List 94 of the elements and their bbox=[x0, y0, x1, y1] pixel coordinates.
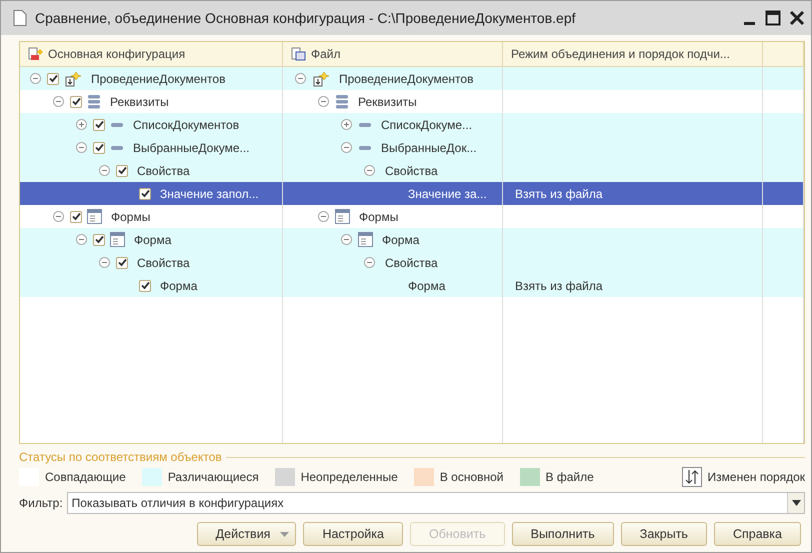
legend-label: Изменен порядок bbox=[708, 470, 805, 484]
tree-item-label: Свойства bbox=[384, 256, 438, 270]
form-icon bbox=[110, 232, 125, 247]
tree-row[interactable]: СписокДокументов СписокДокуме... bbox=[20, 113, 804, 136]
collapse-icon[interactable] bbox=[53, 96, 64, 107]
window-title: Сравнение, объединение Основная конфигурация - C:\ПроведениеДокументов.epf bbox=[35, 10, 576, 26]
checkbox[interactable] bbox=[93, 234, 105, 246]
tree-item-label: Значение запол... bbox=[159, 186, 259, 200]
legend-label: Различающиеся bbox=[168, 470, 259, 484]
tree-item-label: Значение за... bbox=[407, 186, 487, 200]
collapse-icon[interactable] bbox=[76, 142, 87, 153]
legend-label: Неопределенные bbox=[300, 470, 398, 484]
checkbox[interactable] bbox=[70, 210, 82, 222]
expand-icon[interactable] bbox=[341, 119, 352, 130]
form-icon bbox=[358, 232, 373, 247]
tree-item-label: СписокДокуме... bbox=[380, 118, 472, 132]
tree-item-label: СписокДокументов bbox=[132, 118, 240, 132]
tree-row[interactable]: Свойства Свойства bbox=[20, 251, 804, 274]
collapse-icon[interactable] bbox=[76, 234, 87, 245]
collapse-icon[interactable] bbox=[341, 234, 352, 245]
tree-item-label: ВыбранныеДокуме... bbox=[132, 140, 250, 154]
legend-label: В файле bbox=[546, 470, 594, 484]
checkbox[interactable] bbox=[139, 188, 151, 200]
stack-icon bbox=[87, 94, 101, 110]
tree-item-label: ВыбранныеДок... bbox=[380, 140, 477, 154]
legend-title: Статусы по соответствиям объектов bbox=[19, 450, 222, 464]
tree-row[interactable]: Свойства Свойства bbox=[20, 159, 804, 182]
dialog-button[interactable]: Действия bbox=[196, 522, 296, 546]
filter-dropdown[interactable]: Показывать отличия в конфигурациях bbox=[66, 492, 805, 514]
tree-item-label: Формы bbox=[110, 210, 150, 224]
tree-row[interactable]: ПроведениеДокументов ПроведениеДокументов bbox=[20, 67, 804, 90]
dialog-button[interactable]: Выполнить bbox=[512, 522, 614, 546]
tree-item-label: Свойства bbox=[136, 256, 190, 270]
dash-icon bbox=[358, 122, 372, 128]
collapse-icon[interactable] bbox=[341, 142, 352, 153]
collapse-icon[interactable] bbox=[53, 211, 64, 222]
collapse-icon[interactable] bbox=[318, 96, 329, 107]
legend-label: Совпадающие bbox=[45, 470, 126, 484]
stack-icon bbox=[335, 94, 349, 110]
tree-item-label: Реквизиты bbox=[357, 94, 417, 108]
checkbox[interactable] bbox=[139, 280, 151, 292]
form-icon bbox=[87, 209, 102, 224]
file-icon bbox=[291, 47, 307, 61]
collapse-icon[interactable] bbox=[99, 257, 110, 268]
tree-row[interactable]: Форма Форма bbox=[20, 228, 804, 251]
dash-icon bbox=[110, 144, 124, 150]
filter-label: Фильтр: bbox=[19, 496, 63, 510]
expand-icon[interactable] bbox=[76, 119, 87, 130]
configuration-icon bbox=[64, 70, 82, 86]
close-icon[interactable] bbox=[789, 10, 805, 26]
checkbox[interactable] bbox=[116, 256, 128, 268]
legend-label: В основной bbox=[440, 470, 504, 484]
tree-item-label: Реквизиты bbox=[109, 94, 169, 108]
dash-icon bbox=[110, 122, 124, 128]
collapse-icon[interactable] bbox=[318, 211, 329, 222]
tree-item-label: Форма bbox=[381, 232, 420, 246]
dialog-button[interactable]: Закрыть bbox=[620, 522, 707, 546]
tree-item-label: Форма bbox=[133, 232, 172, 246]
collapse-icon[interactable] bbox=[30, 73, 41, 84]
dash-icon bbox=[358, 144, 372, 150]
tree-item-label: ПроведениеДокументов bbox=[338, 72, 474, 86]
sort-order-icon bbox=[682, 467, 702, 487]
caret-icon bbox=[280, 532, 290, 536]
tree-item-label: Свойства bbox=[136, 164, 190, 178]
collapse-icon[interactable] bbox=[364, 165, 375, 176]
tree-item-label: Форма bbox=[159, 278, 198, 292]
checkbox[interactable] bbox=[93, 142, 105, 154]
dialog-button[interactable]: Настройка bbox=[303, 522, 403, 546]
checkbox[interactable] bbox=[70, 96, 82, 108]
tree-item-label: ПроведениеДокументов bbox=[90, 72, 226, 86]
checkbox[interactable] bbox=[47, 72, 59, 84]
column-header[interactable]: Основная конфигурация bbox=[20, 42, 283, 66]
collapse-icon[interactable] bbox=[295, 73, 306, 84]
checkbox[interactable] bbox=[116, 164, 128, 176]
maximize-icon[interactable] bbox=[765, 10, 781, 26]
tree-item-label: Форма bbox=[407, 278, 446, 292]
document-icon bbox=[13, 10, 27, 26]
tree-row[interactable]: Форма Форма Взять из файла bbox=[20, 274, 804, 297]
configuration-icon bbox=[312, 70, 330, 86]
merge-mode-text: Взять из файла bbox=[514, 186, 603, 200]
tree-row[interactable]: Значение запол... Значение за... Взять из файла bbox=[20, 182, 804, 205]
collapse-icon[interactable] bbox=[99, 165, 110, 176]
checkbox[interactable] bbox=[93, 118, 105, 130]
column-header[interactable]: Режим объединения и порядок подчи... bbox=[503, 42, 763, 66]
configuration-icon bbox=[28, 47, 44, 61]
column-header[interactable]: Файл bbox=[283, 42, 503, 66]
dropdown-caret-icon[interactable] bbox=[792, 500, 800, 506]
form-icon bbox=[335, 209, 350, 224]
tree-item-label: Формы bbox=[358, 210, 398, 224]
merge-mode-text: Взять из файла bbox=[514, 278, 603, 292]
dialog-button[interactable]: Справка bbox=[714, 522, 801, 546]
tree-row[interactable]: ВыбранныеДокуме... ВыбранныеДок... bbox=[20, 136, 804, 159]
tree-item-label: Свойства bbox=[384, 164, 438, 178]
collapse-icon[interactable] bbox=[364, 257, 375, 268]
